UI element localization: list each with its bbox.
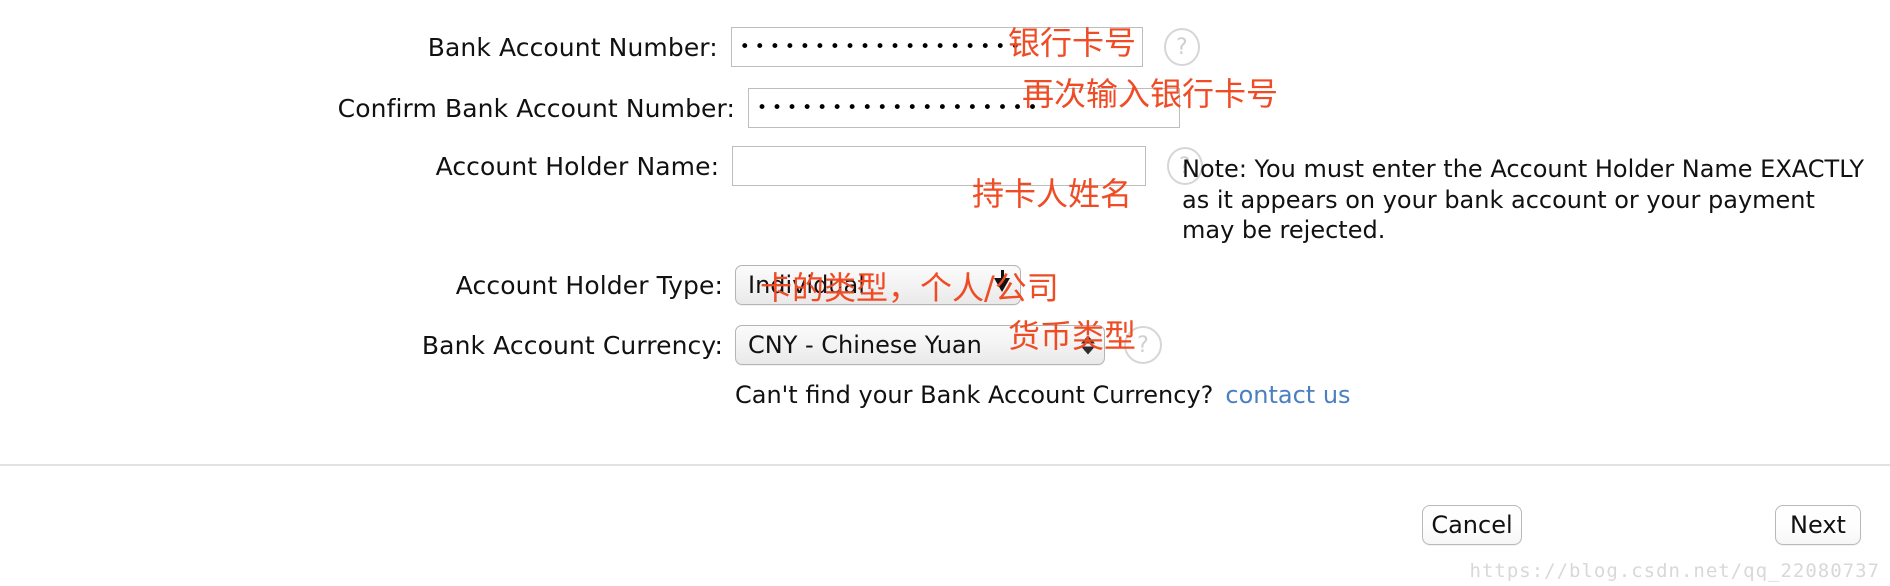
account-holder-name-note: Note: You must enter the Account Holder … — [1182, 155, 1865, 245]
bank-account-number-value: ••••••••••••••••••• — [739, 36, 1026, 57]
account-holder-name-label: Account Holder Name: — [435, 151, 720, 181]
watermark: https://blog.csdn.net/qq_22080737 — [1469, 560, 1880, 582]
confirm-bank-account-number-value: ••••••••••••••••••• — [757, 97, 1043, 118]
contact-us-link[interactable]: contact us — [1225, 381, 1350, 409]
annotation-bank-account-currency: 货币类型 — [1008, 317, 1137, 355]
annotation-confirm-bank-account-number: 再次输入银行卡号 — [1022, 75, 1279, 113]
footer-divider — [0, 464, 1890, 466]
annotation-bank-account-number: 银行卡号 — [1008, 24, 1137, 62]
bank-account-number-label: Bank Account Number: — [427, 32, 718, 62]
bank-account-currency-label: Bank Account Currency: — [421, 330, 723, 360]
bank-account-currency-value: CNY - Chinese Yuan — [748, 331, 982, 359]
annotation-account-holder-type: 卡的类型，个人/公司 — [760, 269, 1059, 307]
annotation-account-holder-name: 持卡人姓名 — [972, 175, 1133, 213]
next-button[interactable]: Next — [1775, 505, 1861, 545]
confirm-bank-account-number-label: Confirm Bank Account Number: — [337, 93, 735, 123]
account-holder-type-label: Account Holder Type: — [455, 270, 723, 300]
currency-help-text: Can't find your Bank Account Currency? — [735, 381, 1214, 409]
help-icon[interactable]: ? — [1163, 28, 1200, 66]
currency-help-line: Can't find your Bank Account Currency? co… — [735, 381, 1351, 409]
cancel-button[interactable]: Cancel — [1422, 505, 1522, 545]
